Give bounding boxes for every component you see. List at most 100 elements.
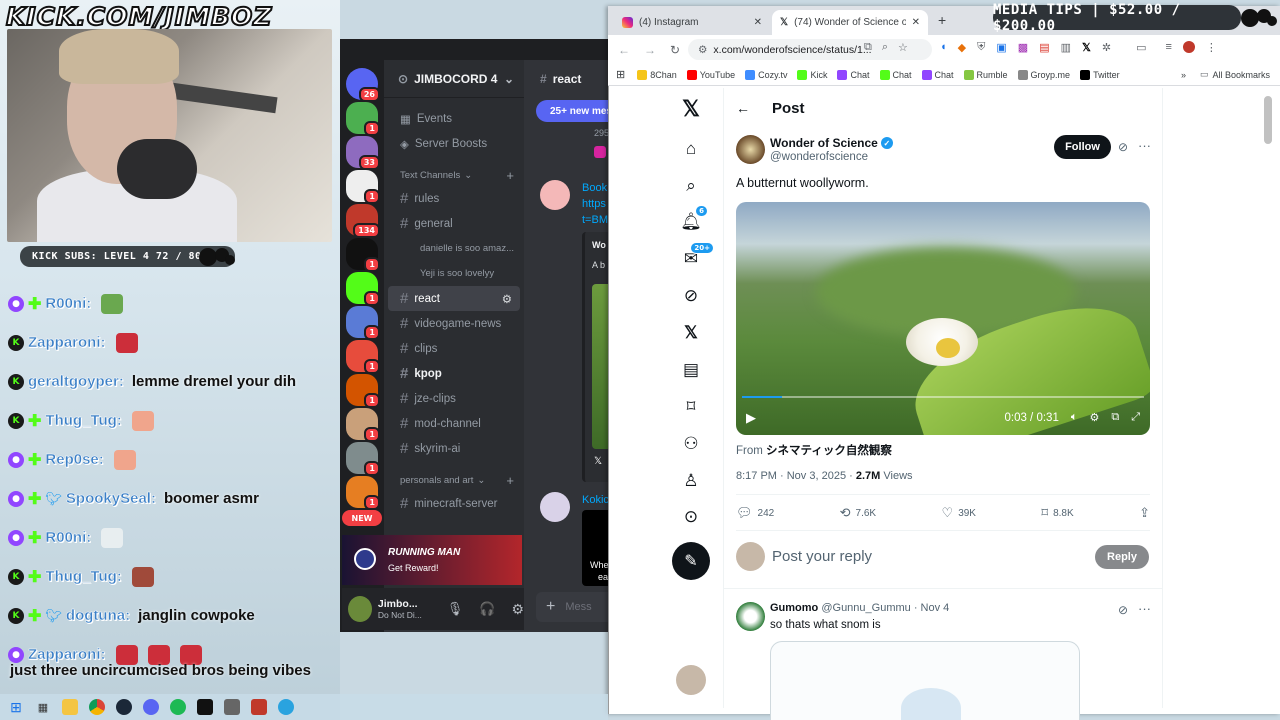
channel-minecraft-server[interactable]: # minecraft-server	[384, 491, 524, 516]
reply-button[interactable]: Reply	[1095, 545, 1149, 569]
close-icon[interactable]: ✕	[912, 17, 920, 28]
channel-settings-icon[interactable]: ⚙	[502, 292, 512, 306]
channel-jze-clips[interactable]: # jze-clips	[384, 386, 524, 411]
extension-icon[interactable]: ◖	[940, 41, 947, 54]
messages-icon[interactable]: ✉ 20+	[678, 242, 714, 272]
fullscreen-icon[interactable]: ⤢	[1131, 411, 1140, 424]
all-bookmarks[interactable]: All Bookmarks	[1212, 70, 1270, 80]
windows-start-icon[interactable]: ⊞	[8, 699, 24, 715]
new-servers-pill[interactable]: NEW	[342, 510, 382, 526]
extension-icon[interactable]: ⛨	[977, 41, 985, 54]
channel-videogame-news[interactable]: # videogame-news	[384, 311, 524, 336]
app-icon[interactable]	[251, 699, 267, 715]
close-icon[interactable]: ✕	[754, 17, 762, 28]
bookmark-item[interactable]: Cozy.tv	[745, 69, 787, 80]
new-messages-bar[interactable]: 25+ new mes	[536, 100, 610, 122]
author-handle[interactable]: @wonderofscience	[770, 151, 868, 163]
server-icon[interactable]: 134	[346, 204, 380, 238]
bookmarks-nav-icon[interactable]: ⌑	[678, 394, 704, 420]
communities-icon[interactable]: ⚇	[678, 431, 704, 457]
star-icon[interactable]: ☆	[898, 41, 908, 54]
channel-kpop[interactable]: # kpop	[384, 361, 524, 386]
bookmark-action[interactable]: ⌑ 8.8K	[1041, 505, 1073, 521]
compose-post-button[interactable]: ✎	[672, 542, 710, 580]
profile-avatar-icon[interactable]	[1182, 41, 1195, 53]
puzzle-icon[interactable]: ✲	[1102, 41, 1111, 54]
bookmark-item[interactable]: YouTube	[686, 69, 735, 80]
spotify-icon[interactable]	[170, 699, 186, 715]
follow-button[interactable]: Follow	[1054, 135, 1111, 159]
menu-icon[interactable]: ⋮	[1206, 41, 1217, 54]
reply-action[interactable]: 💬︎ 242	[736, 505, 774, 521]
settings-icon[interactable]: ⚙	[1089, 411, 1099, 424]
account-avatar[interactable]	[676, 665, 706, 695]
events-link[interactable]: ▦ Events	[384, 106, 524, 131]
new-tab-button[interactable]: +	[938, 12, 946, 28]
home-icon[interactable]: ⌂	[678, 136, 704, 162]
chevron-right-icon[interactable]: »	[1181, 70, 1186, 80]
bookmark-item[interactable]: Kick	[797, 69, 827, 80]
page-scrollbar[interactable]	[1264, 96, 1272, 144]
media-icon[interactable]: ≡	[1166, 41, 1172, 54]
channel-clips[interactable]: # clips	[384, 336, 524, 361]
site-info-icon[interactable]: ⚙	[698, 44, 707, 56]
grok-icon[interactable]: ⊘	[1118, 603, 1128, 617]
headphones-icon[interactable]: 🎧	[479, 601, 495, 617]
extension-icon[interactable]: ▥	[1061, 41, 1071, 54]
back-icon[interactable]: ←	[618, 43, 630, 57]
forward-icon[interactable]: →	[644, 43, 656, 57]
add-channel-icon[interactable]: +	[506, 168, 514, 183]
telegram-icon[interactable]	[278, 699, 294, 715]
install-icon[interactable]: ⧉	[864, 41, 872, 54]
server-icon[interactable]: 1	[346, 238, 380, 272]
back-arrow-icon[interactable]: ←	[736, 100, 750, 116]
mic-icon[interactable]: 🎙	[447, 601, 464, 617]
message-input[interactable]: + Mess	[536, 592, 610, 622]
extension-icon[interactable]: ◆	[958, 41, 966, 54]
grok-icon[interactable]: ⊘	[678, 283, 704, 309]
pip-icon[interactable]: ⧉	[1111, 411, 1119, 424]
bookmark-item[interactable]: Twitter	[1080, 69, 1120, 80]
server-icon[interactable]: 1	[346, 408, 380, 442]
x-logo-icon[interactable]: 𝕏	[1082, 41, 1091, 54]
sidepanel-icon[interactable]: ▭	[1136, 41, 1146, 54]
more-icon[interactable]: ⊙	[678, 504, 704, 530]
bookmark-item[interactable]: Chat	[879, 69, 912, 80]
bookmark-item[interactable]: Chat	[837, 69, 870, 80]
author-avatar[interactable]	[736, 135, 765, 164]
post-timestamp[interactable]: 8:17 PM · Nov 3, 2025 ·	[736, 470, 856, 482]
file-explorer-icon[interactable]	[62, 699, 78, 715]
bookmark-item[interactable]: Chat	[921, 69, 954, 80]
bookmark-item[interactable]: 8Chan	[637, 69, 677, 80]
channel-mod-channel[interactable]: # mod-channel	[384, 411, 524, 436]
bookmark-item[interactable]: Groyp.me	[1017, 69, 1070, 80]
share-action[interactable]: ⇪	[1139, 505, 1150, 521]
like-action[interactable]: ♡ 39K	[942, 505, 976, 521]
zoom-icon[interactable]: ⌕	[882, 41, 888, 54]
play-icon[interactable]: ▶	[746, 410, 756, 426]
more-options-icon[interactable]: ···	[1138, 601, 1151, 616]
app-icon[interactable]	[197, 699, 213, 715]
lists-icon[interactable]: ▤	[678, 357, 704, 383]
from-source[interactable]: シネマティック自然観察	[766, 445, 892, 457]
grok-icon[interactable]: ⊘	[1118, 140, 1128, 154]
extension-icon[interactable]: ▤	[1039, 41, 1049, 54]
x-premium-icon[interactable]: 𝕏	[678, 320, 704, 346]
server-icon[interactable]: 26	[346, 68, 380, 102]
server-icon[interactable]: 1	[346, 170, 380, 204]
profile-icon[interactable]: ♙	[678, 468, 704, 494]
thread-item[interactable]: Yeji is soo lovelyy	[384, 261, 524, 286]
channel-skyrim-ai[interactable]: # skyrim-ai	[384, 436, 524, 461]
volume-icon[interactable]: 🔈︎	[1071, 411, 1078, 424]
apps-icon[interactable]: ⊞	[616, 68, 625, 81]
notifications-icon[interactable]: 🔔︎ 6	[678, 205, 708, 235]
reply-input[interactable]: Post your reply	[772, 548, 872, 565]
add-channel-icon[interactable]: +	[506, 473, 514, 488]
server-icon[interactable]: 1	[346, 442, 380, 476]
message-link[interactable]: https	[582, 198, 606, 210]
server-boosts-link[interactable]: ◈ Server Boosts	[384, 131, 524, 156]
add-attachment-icon[interactable]: +	[546, 598, 555, 616]
server-icon[interactable]: 1	[346, 374, 380, 408]
steam-icon[interactable]	[116, 699, 132, 715]
discord-icon[interactable]	[143, 699, 159, 715]
